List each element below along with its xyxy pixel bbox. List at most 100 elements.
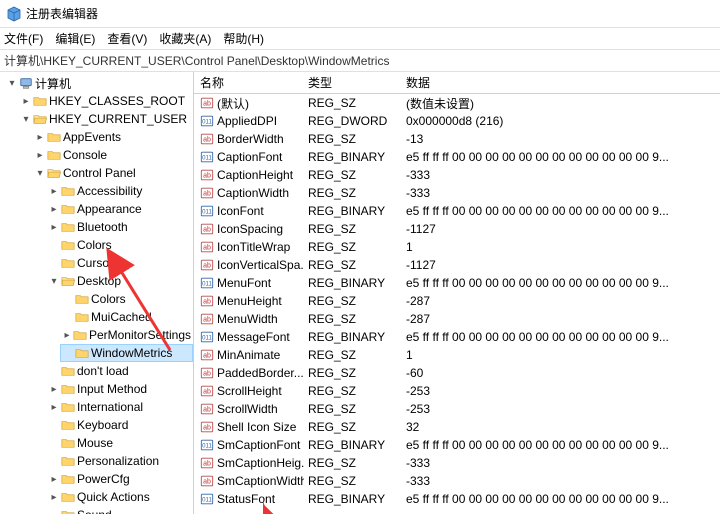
- menu-edit[interactable]: 编辑(E): [55, 30, 95, 47]
- tree-sound[interactable]: ▸Sound: [46, 506, 193, 514]
- collapse-icon[interactable]: ▾: [20, 114, 32, 125]
- menu-help[interactable]: 帮助(H): [223, 30, 264, 47]
- tree-personalization[interactable]: ▸Personalization: [46, 452, 193, 470]
- string-value-icon: [200, 240, 214, 254]
- value-type: REG_SZ: [304, 402, 402, 416]
- value-name: MinAnimate: [217, 348, 280, 362]
- expand-icon[interactable]: ▸: [48, 402, 60, 413]
- list-row[interactable]: MenuHeightREG_SZ-287: [194, 292, 720, 310]
- menu-favorites[interactable]: 收藏夹(A): [159, 30, 211, 47]
- tree-international[interactable]: ▸International: [46, 398, 193, 416]
- tree-appearance[interactable]: ▸Appearance: [46, 200, 193, 218]
- value-type: REG_SZ: [304, 132, 402, 146]
- value-name: IconFont: [217, 204, 264, 218]
- list-row[interactable]: IconFontREG_BINARYe5 ff ff ff 00 00 00 0…: [194, 202, 720, 220]
- tree-muicached[interactable]: ▸MuiCached: [60, 308, 193, 326]
- folder-open-icon: [33, 112, 47, 126]
- value-data: -333: [402, 456, 720, 470]
- value-type: REG_SZ: [304, 222, 402, 236]
- list-row[interactable]: MenuWidthREG_SZ-287: [194, 310, 720, 328]
- list-row[interactable]: CaptionWidthREG_SZ-333: [194, 184, 720, 202]
- string-value-icon: [200, 402, 214, 416]
- list-row[interactable]: IconSpacingREG_SZ-1127: [194, 220, 720, 238]
- tree-quickactions[interactable]: ▸Quick Actions: [46, 488, 193, 506]
- list-row[interactable]: SmCaptionWidthREG_SZ-333: [194, 472, 720, 490]
- tree-powercfg[interactable]: ▸PowerCfg: [46, 470, 193, 488]
- list-row[interactable]: SmCaptionHeig...REG_SZ-333: [194, 454, 720, 472]
- col-type[interactable]: 类型: [304, 74, 402, 91]
- list-row[interactable]: IconVerticalSpa...REG_SZ-1127: [194, 256, 720, 274]
- col-data[interactable]: 数据: [402, 74, 720, 91]
- collapse-icon[interactable]: ▾: [34, 168, 46, 179]
- tree-console[interactable]: ▸Console: [32, 146, 193, 164]
- collapse-icon[interactable]: ▾: [6, 78, 18, 89]
- collapse-icon[interactable]: ▾: [48, 276, 60, 287]
- list-header[interactable]: 名称 类型 数据: [194, 72, 720, 94]
- expand-icon[interactable]: ▸: [34, 150, 46, 161]
- list-row[interactable]: PaddedBorder...REG_SZ-60: [194, 364, 720, 382]
- list-row[interactable]: ScrollWidthREG_SZ-253: [194, 400, 720, 418]
- tree-hkcr[interactable]: ▸HKEY_CLASSES_ROOT: [18, 92, 193, 110]
- list-row[interactable]: (默认)REG_SZ(数值未设置): [194, 94, 720, 112]
- list-row[interactable]: CaptionFontREG_BINARYe5 ff ff ff 00 00 0…: [194, 148, 720, 166]
- expand-icon[interactable]: ▸: [48, 474, 60, 485]
- binary-value-icon: [200, 276, 214, 290]
- tree-bluetooth[interactable]: ▸Bluetooth: [46, 218, 193, 236]
- tree-root[interactable]: ▾ 计算机: [4, 74, 193, 92]
- folder-icon: [61, 238, 75, 252]
- tree-accessibility[interactable]: ▸Accessibility: [46, 182, 193, 200]
- expand-icon[interactable]: ▸: [48, 492, 60, 503]
- expand-icon[interactable]: ▸: [48, 384, 60, 395]
- string-value-icon: [200, 312, 214, 326]
- value-data: 1: [402, 240, 720, 254]
- tree-permonitorsettings[interactable]: ▸PerMonitorSettings: [60, 326, 193, 344]
- expand-icon[interactable]: ▸: [20, 96, 32, 107]
- list-row[interactable]: SmCaptionFontREG_BINARYe5 ff ff ff 00 00…: [194, 436, 720, 454]
- value-type: REG_BINARY: [304, 204, 402, 218]
- value-type: REG_SZ: [304, 96, 402, 110]
- value-data: e5 ff ff ff 00 00 00 00 00 00 00 00 00 0…: [402, 276, 720, 290]
- list-row[interactable]: MinAnimateREG_SZ1: [194, 346, 720, 364]
- tree-dontload[interactable]: ▸don't load: [46, 362, 193, 380]
- tree-appevents[interactable]: ▸AppEvents: [32, 128, 193, 146]
- folder-icon: [61, 220, 75, 234]
- list-row[interactable]: StatusFontREG_BINARYe5 ff ff ff 00 00 00…: [194, 490, 720, 508]
- address-bar[interactable]: 计算机\HKEY_CURRENT_USER\Control Panel\Desk…: [0, 50, 720, 72]
- list-row[interactable]: MenuFontREG_BINARYe5 ff ff ff 00 00 00 0…: [194, 274, 720, 292]
- tree-inputmethod[interactable]: ▸Input Method: [46, 380, 193, 398]
- binary-value-icon: [200, 330, 214, 344]
- address-text: 计算机\HKEY_CURRENT_USER\Control Panel\Desk…: [4, 52, 389, 69]
- list-row[interactable]: BorderWidthREG_SZ-13: [194, 130, 720, 148]
- binary-value-icon: [200, 492, 214, 506]
- list-row[interactable]: IconTitleWrapREG_SZ1: [194, 238, 720, 256]
- expand-icon[interactable]: ▸: [48, 186, 60, 197]
- list-row[interactable]: ScrollHeightREG_SZ-253: [194, 382, 720, 400]
- value-type: REG_SZ: [304, 258, 402, 272]
- list-row[interactable]: Shell Icon SizeREG_SZ32: [194, 418, 720, 436]
- col-name[interactable]: 名称: [194, 74, 304, 91]
- expand-icon[interactable]: ▸: [34, 132, 46, 143]
- value-type: REG_SZ: [304, 366, 402, 380]
- tree-desktop[interactable]: ▾Desktop: [46, 272, 193, 290]
- expand-icon[interactable]: ▸: [48, 204, 60, 215]
- menu-view[interactable]: 查看(V): [107, 30, 147, 47]
- expand-icon[interactable]: ▸: [48, 222, 60, 233]
- tree-controlpanel[interactable]: ▾Control Panel: [32, 164, 193, 182]
- title-bar: 注册表编辑器: [0, 0, 720, 28]
- tree-hkcu[interactable]: ▾HKEY_CURRENT_USER: [18, 110, 193, 128]
- tree-keyboard[interactable]: ▸Keyboard: [46, 416, 193, 434]
- menu-file[interactable]: 文件(F): [4, 30, 43, 47]
- list-row[interactable]: CaptionHeightREG_SZ-333: [194, 166, 720, 184]
- value-type: REG_SZ: [304, 474, 402, 488]
- tree-windowmetrics[interactable]: ▸WindowMetrics: [60, 344, 193, 362]
- list-row[interactable]: MessageFontREG_BINARYe5 ff ff ff 00 00 0…: [194, 328, 720, 346]
- tree-colors[interactable]: ▸Colors: [46, 236, 193, 254]
- tree-desktop-colors[interactable]: ▸Colors: [60, 290, 193, 308]
- value-data: -1127: [402, 258, 720, 272]
- window-title: 注册表编辑器: [26, 5, 98, 22]
- tree-mouse[interactable]: ▸Mouse: [46, 434, 193, 452]
- tree-pane[interactable]: ▾ 计算机 ▸HKEY_CLASSES_ROOT ▾HKEY_CURRENT_U…: [0, 72, 194, 514]
- list-row[interactable]: AppliedDPIREG_DWORD0x000000d8 (216): [194, 112, 720, 130]
- expand-icon[interactable]: ▸: [62, 330, 72, 341]
- tree-cursors[interactable]: ▸Cursors: [46, 254, 193, 272]
